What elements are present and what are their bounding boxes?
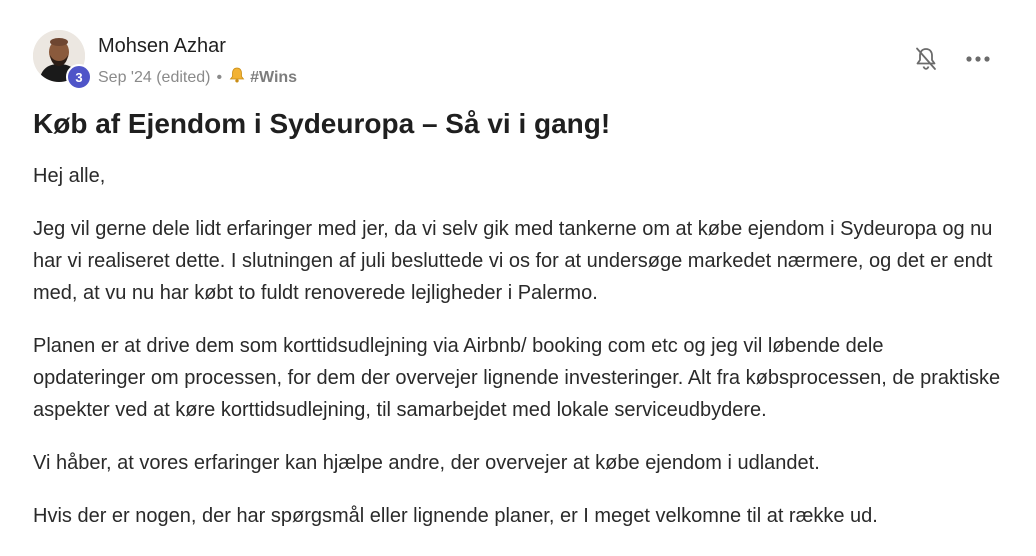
bell-icon <box>228 66 246 89</box>
body-paragraph: Hvis der er nogen, der har spørgsmål ell… <box>33 505 878 527</box>
post-meta: Sep '24 (edited) • #Wins <box>98 66 297 89</box>
post-header: 3 Mohsen Azhar Sep '24 (edited) • #Wins <box>33 30 993 90</box>
bell-slash-icon[interactable] <box>911 44 941 74</box>
level-badge: 3 <box>66 64 92 90</box>
body-paragraph: Hej alle, <box>33 165 106 187</box>
body-paragraph: Planen er at drive dem som korttidsudlej… <box>33 335 1001 421</box>
author-name[interactable]: Mohsen Azhar <box>98 35 226 58</box>
author-avatar[interactable]: 3 <box>33 30 92 90</box>
body-paragraph: Jeg vil gerne dele lidt erfaringer med j… <box>33 218 993 304</box>
post-body: Hej alle, Jeg vil gerne dele lidt erfari… <box>33 160 1001 553</box>
post-date: Sep '24 (edited) <box>98 68 211 86</box>
category-link[interactable]: #Wins <box>250 69 297 87</box>
post: 3 Mohsen Azhar Sep '24 (edited) • #Wins <box>0 0 1036 556</box>
meta-separator: • <box>216 68 223 86</box>
body-paragraph: Vi håber, at vores erfaringer kan hjælpe… <box>33 452 820 474</box>
post-actions <box>911 44 993 74</box>
post-title: Køb af Ejendom i Sydeuropa – Så vi i gan… <box>33 108 611 139</box>
more-horizontal-icon[interactable] <box>963 44 993 74</box>
